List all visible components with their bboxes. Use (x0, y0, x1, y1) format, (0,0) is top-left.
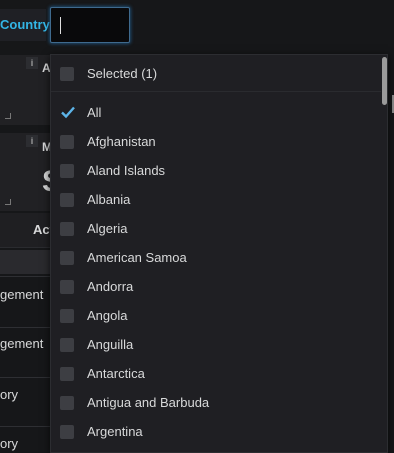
text-caret (60, 17, 61, 34)
selected-toggle[interactable]: Selected (1) (51, 60, 381, 89)
country-option[interactable]: Angola (51, 302, 381, 331)
country-option[interactable]: Aland Islands (51, 157, 381, 186)
country-option-label: All (87, 105, 102, 120)
scrollbar-thumb[interactable] (382, 57, 387, 105)
checkbox[interactable] (60, 164, 74, 178)
country-option-label: American Samoa (87, 250, 187, 265)
checkbox[interactable] (60, 193, 74, 207)
checkmark-icon[interactable] (60, 104, 76, 120)
country-option-label: Afghanistan (87, 134, 156, 149)
country-option[interactable]: Afghanistan (51, 128, 381, 157)
checkbox[interactable] (60, 425, 74, 439)
info-icon[interactable]: i (26, 57, 38, 69)
country-option[interactable]: Albania (51, 186, 381, 215)
country-option-label: Anguilla (87, 337, 134, 352)
country-option-label: Antarctica (87, 366, 145, 381)
dropdown-divider (51, 91, 381, 92)
table-row: ory (0, 387, 19, 402)
checkbox[interactable] (60, 338, 74, 352)
resize-handle-icon[interactable] (5, 199, 11, 205)
row-divider (0, 426, 52, 427)
country-search-input[interactable] (50, 7, 130, 43)
country-option[interactable]: American Samoa (51, 244, 381, 273)
table-subheader (0, 250, 52, 274)
country-option[interactable]: Algeria (51, 215, 381, 244)
checkbox[interactable] (60, 251, 74, 265)
country-option-label: Aland Islands (87, 163, 166, 178)
country-option-label: Angola (87, 308, 128, 323)
row-divider (0, 327, 52, 328)
table-row: gement (0, 287, 44, 302)
country-options-dropdown: Selected (1) All Afghanistan Aland Islands… (50, 54, 388, 453)
variable-bar: Country (0, 0, 394, 52)
resize-handle-icon[interactable] (5, 113, 11, 119)
country-option-label: Albania (87, 192, 131, 207)
table-row: ory (0, 436, 19, 451)
country-option[interactable]: Anguilla (51, 331, 381, 360)
row-divider (0, 276, 52, 277)
country-option[interactable]: Argentina (51, 418, 381, 447)
country-label-text: Country (0, 17, 50, 32)
country-variable-label: Country (0, 9, 50, 41)
checkbox[interactable] (60, 367, 74, 381)
country-option-label: Algeria (87, 221, 128, 236)
country-option[interactable]: Antarctica (51, 360, 381, 389)
country-option-label: Argentina (87, 424, 143, 439)
country-option[interactable]: Andorra (51, 273, 381, 302)
table-row: gement (0, 336, 44, 351)
info-icon[interactable]: i (26, 135, 38, 147)
dropdown-scrollbar[interactable] (381, 55, 387, 452)
checkbox[interactable] (60, 135, 74, 149)
country-option[interactable]: Antigua and Barbuda (51, 389, 381, 418)
country-option[interactable]: All (51, 99, 381, 128)
checkbox[interactable] (60, 280, 74, 294)
checkbox[interactable] (60, 67, 74, 81)
checkbox[interactable] (60, 309, 74, 323)
checkbox[interactable] (60, 396, 74, 410)
stat-panel-a: i A (0, 55, 51, 125)
country-option-label: Antigua and Barbuda (87, 395, 210, 410)
selected-count-label: Selected (1) (87, 66, 158, 81)
country-option-label: Andorra (87, 279, 134, 294)
row-divider (0, 377, 52, 378)
checkbox[interactable] (60, 222, 74, 236)
